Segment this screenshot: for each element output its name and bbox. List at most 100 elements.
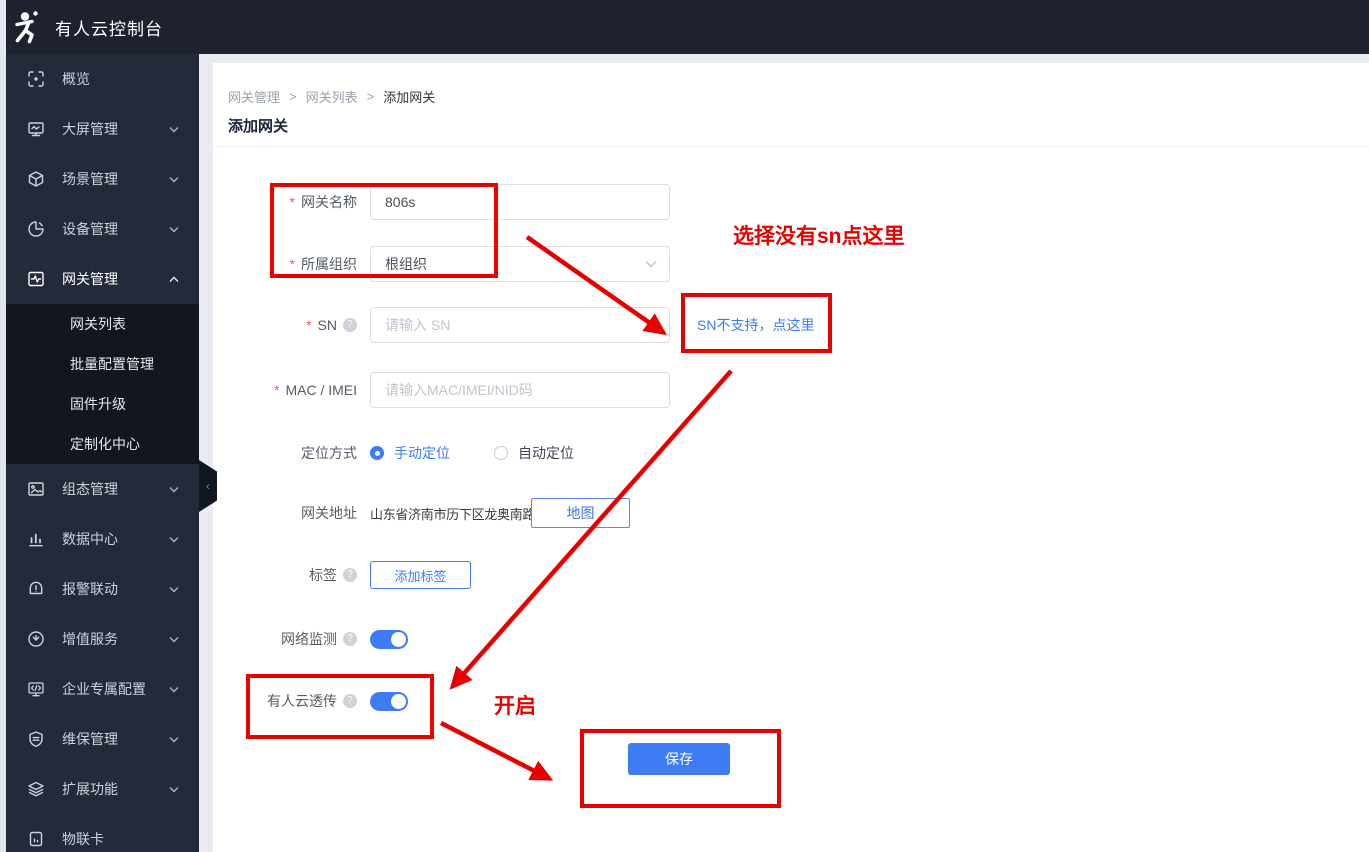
- tags-label: 标签 ?: [213, 565, 357, 585]
- sidebar-item-label: 场景管理: [62, 171, 118, 187]
- auto-position-radio[interactable]: [494, 446, 508, 460]
- gateway-name-row: * 网关名称: [213, 184, 670, 220]
- app-window: 有人云控制台 概览 大屏管理 场景管理 设备管理 网关管理 网关列表 批量配置管…: [0, 0, 1369, 852]
- chevron-down-icon: [169, 226, 179, 232]
- network-monitor-help-icon[interactable]: ?: [343, 632, 357, 646]
- breadcrumb-add-gateway: 添加网关: [383, 90, 436, 105]
- tags-row: 标签 ? 添加标签: [213, 561, 471, 589]
- gateway-name-label: * 网关名称: [289, 194, 357, 210]
- sidebar-item-label: 扩展功能: [62, 781, 118, 797]
- required-marker: *: [289, 256, 295, 272]
- sn-row: * SN ? SN不支持，点这里: [213, 307, 814, 343]
- organization-select[interactable]: 根组织: [370, 246, 670, 282]
- map-button[interactable]: 地图: [531, 498, 630, 528]
- sidebar-item-data-center[interactable]: 数据中心: [0, 514, 199, 564]
- passthrough-row: 有人云透传 ?: [213, 691, 408, 711]
- chevron-down-icon: [645, 261, 657, 268]
- mac-input[interactable]: [370, 372, 670, 408]
- enterprise-icon: [28, 682, 44, 697]
- submenu-item-customization-center[interactable]: 定制化中心: [0, 424, 199, 464]
- chevron-down-icon: [169, 486, 179, 492]
- breadcrumb-gateway-mgmt[interactable]: 网关管理: [228, 87, 280, 106]
- breadcrumb-gateway-list[interactable]: 网关列表: [306, 87, 358, 106]
- sidebar-item-extensions[interactable]: 扩展功能: [0, 764, 199, 814]
- title-divider: [213, 146, 1369, 147]
- sidebar-item-maintenance-mgmt[interactable]: 维保管理: [0, 714, 199, 764]
- chevron-left-icon: ‹: [206, 479, 210, 493]
- network-monitor-toggle[interactable]: [370, 629, 408, 649]
- organization-select-value: 根组织: [385, 256, 427, 272]
- sidebar-item-label: 大屏管理: [62, 121, 118, 137]
- auto-position-label[interactable]: 自动定位: [518, 443, 574, 463]
- passthrough-help-icon[interactable]: ?: [343, 694, 357, 708]
- sn-not-supported-link[interactable]: SN不支持，点这里: [697, 315, 814, 335]
- gateway-icon: [28, 271, 44, 287]
- sidebar-item-label: 组态管理: [62, 481, 118, 497]
- mac-row: * MAC / IMEI: [213, 372, 670, 408]
- submenu-item-firmware-upgrade[interactable]: 固件升级: [0, 384, 199, 424]
- network-monitor-row: 网络监测 ?: [213, 629, 408, 649]
- manual-position-radio[interactable]: [370, 446, 384, 460]
- gateway-name-input[interactable]: [370, 184, 670, 220]
- address-row: 网关地址 山东省济南市历下区龙奥南路 地图: [213, 498, 630, 528]
- chevron-down-icon: [169, 126, 179, 132]
- passthrough-label: 有人云透传 ?: [213, 691, 357, 711]
- add-tag-button[interactable]: 添加标签: [370, 561, 471, 589]
- mac-label: * MAC / IMEI: [273, 382, 357, 398]
- sidebar-item-alarm-linkage[interactable]: 报警联动: [0, 564, 199, 614]
- sidebar-item-label: 数据中心: [62, 531, 118, 547]
- sidebar-item-screen-mgmt[interactable]: 大屏管理: [0, 104, 199, 154]
- organization-row: * 所属组织 根组织: [213, 246, 670, 282]
- tags-help-icon[interactable]: ?: [343, 568, 357, 582]
- topbar: 有人云控制台: [0, 0, 1369, 54]
- required-marker: *: [289, 194, 295, 210]
- required-marker: *: [306, 317, 312, 333]
- breadcrumb: 网关管理 > 网关列表 > 添加网关: [228, 87, 435, 106]
- sidebar: 概览 大屏管理 场景管理 设备管理 网关管理 网关列表 批量配置管理 固件升级 …: [0, 54, 199, 852]
- sidebar-item-enterprise-config[interactable]: 企业专属配置: [0, 664, 199, 714]
- save-button[interactable]: 保存: [628, 743, 730, 775]
- positioning-row: 定位方式 手动定位 自动定位: [213, 435, 574, 471]
- submenu-item-batch-config[interactable]: 批量配置管理: [0, 344, 199, 384]
- passthrough-toggle[interactable]: [370, 691, 408, 711]
- chevron-down-icon: [169, 636, 179, 642]
- submenu-item-gateway-list[interactable]: 网关列表: [0, 304, 199, 344]
- device-icon: [28, 221, 44, 237]
- network-monitor-label: 网络监测 ?: [213, 629, 357, 649]
- sn-label: * SN ?: [213, 317, 357, 333]
- sidebar-item-gateway-mgmt[interactable]: 网关管理: [0, 254, 199, 304]
- screen-icon: [28, 122, 44, 137]
- extension-icon: [28, 781, 44, 797]
- chevron-down-icon: [169, 786, 179, 792]
- sidebar-item-label: 报警联动: [62, 581, 118, 597]
- address-value: 山东省济南市历下区龙奥南路: [370, 506, 536, 522]
- required-marker: *: [273, 382, 280, 398]
- breadcrumb-separator: >: [366, 89, 375, 104]
- chevron-down-icon: [169, 586, 179, 592]
- iot-card-icon: [29, 831, 43, 847]
- sn-input[interactable]: [370, 307, 670, 343]
- sidebar-item-scene-mgmt[interactable]: 场景管理: [0, 154, 199, 204]
- sidebar-item-overview[interactable]: 概览: [0, 54, 199, 104]
- chevron-down-icon: [169, 686, 179, 692]
- sidebar-item-label: 网关管理: [62, 271, 118, 287]
- sidebar-item-device-mgmt[interactable]: 设备管理: [0, 204, 199, 254]
- positioning-label: 定位方式: [301, 445, 357, 461]
- sidebar-item-label: 增值服务: [62, 631, 118, 647]
- scene-icon: [28, 171, 44, 187]
- sidebar-item-iot-card[interactable]: 物联卡: [0, 814, 199, 852]
- alarm-icon: [29, 581, 43, 595]
- gateway-submenu: 网关列表 批量配置管理 固件升级 定制化中心: [0, 304, 199, 464]
- sidebar-item-label: 维保管理: [62, 731, 118, 747]
- maintenance-icon: [29, 731, 43, 747]
- chevron-up-icon: [169, 276, 179, 282]
- sidebar-item-value-services[interactable]: 增值服务: [0, 614, 199, 664]
- sidebar-item-hmi-mgmt[interactable]: 组态管理: [0, 464, 199, 514]
- sn-help-icon[interactable]: ?: [343, 318, 357, 332]
- overview-icon: [28, 71, 44, 87]
- sidebar-item-label: 物联卡: [62, 831, 104, 847]
- manual-position-label[interactable]: 手动定位: [394, 443, 450, 463]
- value-service-icon: [28, 631, 44, 647]
- chevron-down-icon: [169, 536, 179, 542]
- page-title: 添加网关: [228, 118, 289, 135]
